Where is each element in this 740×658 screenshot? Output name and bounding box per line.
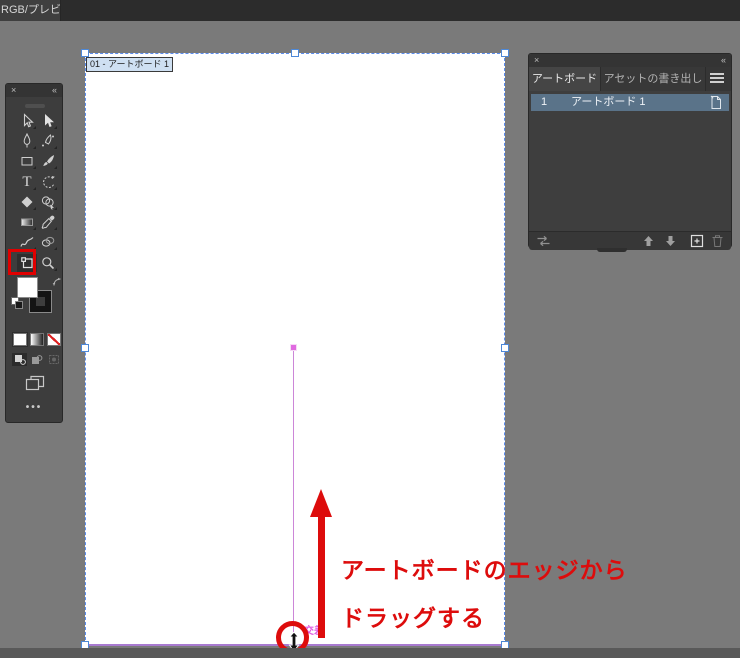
title-bar: RGB/プレビュー) (0, 0, 740, 21)
close-icon[interactable]: × (11, 84, 16, 97)
default-fill-stroke-icon[interactable] (15, 301, 23, 309)
artboard-handle[interactable] (291, 49, 299, 57)
annotation-tool-highlight-box (8, 249, 36, 275)
tool-rotate[interactable] (38, 173, 58, 191)
gradient-mode-button[interactable] (30, 333, 44, 346)
draw-behind-button[interactable] (29, 353, 44, 366)
screen-mode-icon[interactable] (25, 375, 45, 392)
tool-pen[interactable] (17, 132, 37, 150)
tool-gradient[interactable] (17, 213, 37, 231)
delete-artboard-icon[interactable] (711, 234, 724, 248)
close-icon[interactable]: × (534, 54, 539, 67)
smart-guide-anchor (290, 344, 297, 351)
tab-artboards[interactable]: アートボード (529, 67, 600, 91)
gradient-icon (19, 214, 35, 230)
tool-paintbrush[interactable] (38, 152, 58, 170)
smart-guide-line (293, 348, 294, 644)
paintbrush-icon (40, 153, 56, 169)
edit-toolbar-more-icon[interactable]: ••• (6, 402, 62, 413)
swap-fill-stroke-icon[interactable] (52, 277, 63, 288)
draw-normal-button[interactable] (12, 353, 27, 366)
artboard-handle[interactable] (81, 344, 89, 352)
artboard-row-number: 1 (541, 94, 547, 111)
tool-symbol[interactable] (38, 233, 58, 251)
tools-panel-header: × « (6, 84, 62, 97)
tool-type[interactable]: T (17, 173, 37, 191)
tool-eyedropper[interactable] (38, 213, 58, 231)
annotation-text-line1: アートボードのエッジから (341, 551, 628, 585)
pencil-squiggle-icon (19, 234, 35, 250)
rotate-icon (40, 174, 56, 190)
rearrange-artboards-icon[interactable] (536, 235, 551, 247)
color-mode-button[interactable] (13, 333, 27, 346)
draw-normal-icon (14, 354, 26, 365)
draw-inside-button[interactable] (46, 353, 61, 366)
artboards-panel: × « アートボード アセットの書き出し 1 アートボード 1 (528, 53, 732, 248)
symbol-icon (40, 234, 56, 250)
panel-drag-grip[interactable] (25, 104, 45, 108)
pen-icon (19, 133, 35, 149)
fill-color-swatch[interactable] (17, 277, 38, 298)
selection-icon (19, 113, 35, 129)
tool-selection[interactable] (17, 112, 37, 130)
artboard-handle[interactable] (81, 49, 89, 57)
artboard-list-row[interactable]: 1 アートボード 1 (531, 94, 729, 111)
direct-selection-icon (40, 113, 56, 129)
tool-rectangle[interactable] (17, 152, 37, 170)
eraser-icon (19, 194, 35, 210)
draw-behind-icon (31, 354, 43, 365)
document-tab[interactable]: RGB/プレビュー) (0, 0, 61, 21)
zoom-icon (40, 255, 56, 271)
artboard-handle[interactable] (501, 344, 509, 352)
annotation-arrow-head (310, 489, 332, 517)
tool-shape-builder[interactable] (38, 193, 58, 211)
window-bottom-edge (0, 648, 740, 658)
tab-asset-export[interactable]: アセットの書き出し (600, 67, 706, 91)
draw-inside-icon (48, 354, 60, 365)
panel-tab-bar: アートボード アセットの書き出し (529, 67, 731, 91)
artboard-handle[interactable] (501, 49, 509, 57)
tool-curvature[interactable] (38, 132, 58, 150)
curvature-icon (40, 133, 56, 149)
tool-eraser[interactable] (17, 193, 37, 211)
annotation-text-line2: ドラッグする (341, 599, 485, 633)
panel-resize-grip[interactable] (597, 248, 627, 252)
annotation-arrow (318, 516, 325, 638)
tool-direct-selection[interactable] (38, 112, 58, 130)
collapse-icon[interactable]: « (721, 54, 726, 67)
shape-builder-icon (40, 194, 56, 210)
panel-menu-icon[interactable] (710, 71, 724, 85)
move-down-icon[interactable] (664, 235, 677, 247)
tool-zoom[interactable] (38, 254, 58, 272)
artboards-panel-footer (529, 231, 731, 250)
artboards-panel-header: × « (529, 54, 731, 67)
artboard-name-label: 01 - アートボード 1 (86, 57, 173, 72)
none-mode-button[interactable] (47, 333, 61, 346)
eyedropper-icon (40, 214, 56, 230)
move-up-icon[interactable] (642, 235, 655, 247)
artboard-row-name[interactable]: アートボード 1 (571, 94, 646, 111)
artboard-page-icon[interactable] (710, 95, 722, 110)
type-icon: T (22, 175, 31, 189)
new-artboard-icon[interactable] (690, 234, 704, 248)
collapse-icon[interactable]: « (52, 84, 57, 97)
rectangle-icon (19, 153, 35, 169)
